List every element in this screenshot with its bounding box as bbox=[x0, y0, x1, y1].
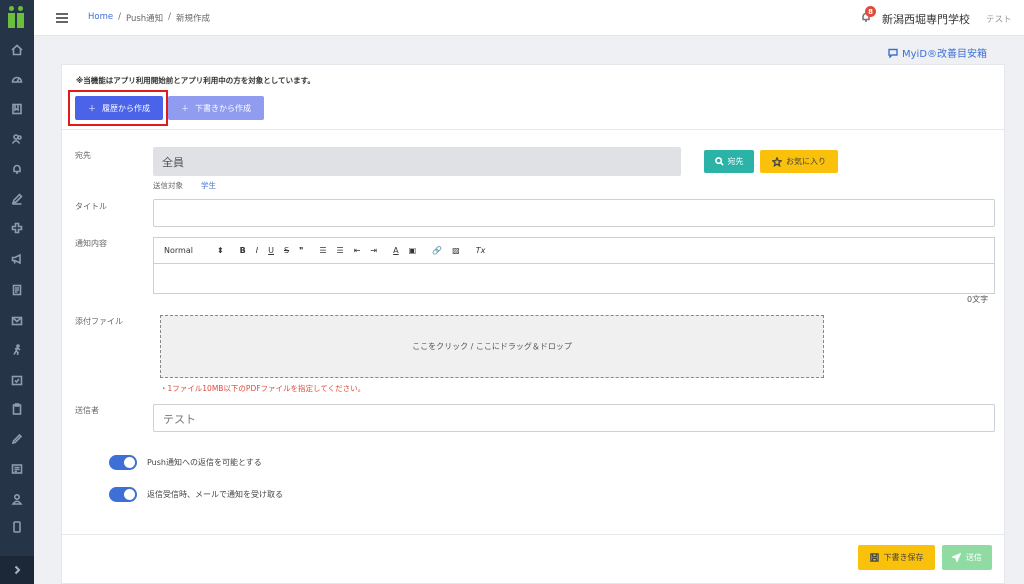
dropzone-text: ここをクリック / ここにドラッグ＆ドロップ bbox=[412, 342, 572, 351]
format-select-arrow-icon[interactable]: ⬍ bbox=[217, 246, 224, 255]
image-icon[interactable]: ▨ bbox=[452, 246, 460, 255]
destination-label: 宛先 bbox=[75, 151, 91, 160]
topbar: Home / Push通知 / 新規作成 8 新潟西堀専門学校 テスト bbox=[34, 0, 1024, 36]
link-icon[interactable]: 🔗 bbox=[432, 246, 442, 255]
improve-box-link[interactable]: MyiD®改善目安箱 bbox=[888, 45, 987, 60]
italic-icon[interactable]: I bbox=[256, 246, 258, 255]
clipboard-icon[interactable] bbox=[9, 401, 25, 417]
create-from-draft-button[interactable]: ＋ 下書きから作成 bbox=[168, 96, 264, 120]
calendar-check-icon[interactable] bbox=[9, 372, 25, 388]
book-icon[interactable] bbox=[9, 101, 25, 117]
destination-field: 全員 bbox=[153, 147, 681, 176]
send-icon bbox=[952, 553, 961, 562]
sender-input[interactable]: テスト bbox=[153, 404, 995, 432]
file-dropzone[interactable]: ここをクリック / ここにドラッグ＆ドロップ bbox=[160, 315, 824, 378]
breadcrumb-current: 新規作成 bbox=[176, 14, 211, 24]
plus-icon: ＋ bbox=[88, 103, 96, 113]
list-icon[interactable] bbox=[9, 461, 25, 477]
breadcrumb-separator: / bbox=[118, 12, 121, 22]
dashboard-icon[interactable] bbox=[9, 71, 25, 87]
document-icon[interactable] bbox=[9, 282, 25, 298]
send-button[interactable]: 送信 bbox=[942, 545, 992, 570]
divider bbox=[62, 129, 1004, 130]
push-form-card: ※当機能はアプリ利用開始前とアプリ利用中の方を対象としています。 ＋ 履歴から作… bbox=[61, 64, 1005, 584]
menu-toggle-icon[interactable] bbox=[56, 13, 68, 23]
reply-enabled-toggle[interactable] bbox=[109, 455, 137, 470]
attachment-label: 添付ファイル bbox=[75, 317, 123, 326]
sender-label: 送信者 bbox=[75, 406, 99, 415]
create-from-history-button[interactable]: ＋ 履歴から作成 bbox=[75, 96, 163, 120]
pencil-icon[interactable] bbox=[9, 431, 25, 447]
email-notify-toggle[interactable] bbox=[109, 487, 137, 502]
bullet-list-icon[interactable]: ☰ bbox=[337, 246, 344, 255]
app-logo[interactable] bbox=[8, 6, 26, 28]
format-select[interactable]: Normal bbox=[164, 246, 193, 255]
attachment-note: ・1ファイル10MB以下のPDFファイルを指定してください。 bbox=[160, 384, 366, 393]
breadcrumb-separator: / bbox=[168, 12, 172, 22]
bold-icon[interactable]: B bbox=[240, 246, 246, 255]
plus-cross-icon[interactable] bbox=[9, 220, 25, 236]
content-label: 通知内容 bbox=[75, 239, 107, 248]
runner-icon[interactable] bbox=[9, 342, 25, 358]
ordered-list-icon[interactable]: ☰ bbox=[319, 246, 326, 255]
home-icon[interactable] bbox=[9, 42, 25, 58]
search-icon bbox=[714, 157, 724, 166]
target-info: 送信対象 学生 bbox=[153, 180, 216, 191]
notification-badge: 8 bbox=[865, 6, 876, 17]
quote-icon[interactable]: ❞ bbox=[299, 246, 303, 255]
favorites-button[interactable]: お気に入り bbox=[760, 150, 838, 173]
select-destination-button[interactable]: 宛先 bbox=[704, 150, 754, 173]
comment-icon bbox=[888, 48, 898, 58]
indent-more-icon[interactable]: ⇥ bbox=[370, 246, 377, 255]
notification-bell-icon[interactable]: 8 bbox=[860, 6, 876, 25]
mobile-icon[interactable] bbox=[9, 519, 25, 535]
megaphone-icon[interactable] bbox=[9, 251, 25, 267]
content-editor[interactable] bbox=[153, 264, 995, 294]
email-toggle-row: 返信受信時、メールで通知を受け取る bbox=[109, 487, 283, 502]
user-name[interactable]: テスト bbox=[986, 13, 1012, 25]
save-draft-button[interactable]: 下書き保存 bbox=[858, 545, 935, 570]
reply-toggle-label: Push通知への返信を可能とする bbox=[147, 458, 262, 467]
target-value[interactable]: 学生 bbox=[201, 180, 216, 191]
notice-text: ※当機能はアプリ利用開始前とアプリ利用中の方を対象としています。 bbox=[76, 76, 315, 85]
reply-toggle-row: Push通知への返信を可能とする bbox=[109, 455, 262, 470]
email-toggle-label: 返信受信時、メールで通知を受け取る bbox=[147, 490, 283, 499]
pen-icon[interactable] bbox=[9, 191, 25, 207]
sidebar bbox=[0, 0, 34, 584]
save-icon bbox=[869, 553, 879, 562]
users-icon[interactable] bbox=[9, 131, 25, 147]
editor-toolbar: Normal ⬍ B I U S ❞ ☰ ☰ ⇤ ⇥ A ▣ 🔗 ▨ Tx bbox=[153, 237, 995, 264]
sidebar-expand-button[interactable] bbox=[0, 556, 34, 584]
title-label: タイトル bbox=[75, 202, 107, 211]
school-name[interactable]: 新潟西堀専門学校 bbox=[882, 11, 970, 27]
breadcrumb-push[interactable]: Push通知 bbox=[126, 12, 163, 24]
breadcrumb: Home / Push通知 / 新規作成 bbox=[88, 12, 210, 24]
user-icon[interactable] bbox=[9, 491, 25, 507]
mail-icon[interactable] bbox=[9, 313, 25, 329]
target-label: 送信対象 bbox=[153, 181, 183, 190]
star-icon bbox=[772, 156, 782, 167]
bell-icon[interactable] bbox=[9, 161, 25, 177]
text-color-icon[interactable]: A bbox=[393, 246, 398, 255]
clear-format-icon[interactable]: Tx bbox=[476, 246, 486, 255]
divider bbox=[62, 534, 1004, 535]
strike-icon[interactable]: S bbox=[284, 246, 289, 255]
chevron-right-icon bbox=[14, 565, 21, 575]
underline-icon[interactable]: U bbox=[268, 246, 274, 255]
background-color-icon[interactable]: ▣ bbox=[409, 246, 417, 255]
breadcrumb-home[interactable]: Home bbox=[88, 12, 113, 24]
title-input[interactable] bbox=[153, 199, 995, 227]
plus-icon: ＋ bbox=[181, 103, 189, 113]
indent-less-icon[interactable]: ⇤ bbox=[354, 246, 361, 255]
improve-box-label: MyiD®改善目安箱 bbox=[902, 49, 988, 60]
char-count: 0文字 bbox=[967, 295, 989, 304]
